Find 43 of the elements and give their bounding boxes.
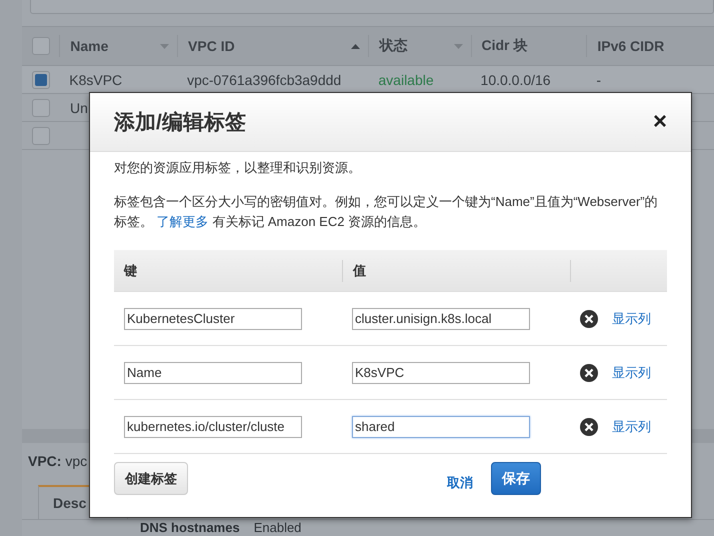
checkbox[interactable]: [32, 126, 50, 144]
show-column-link[interactable]: 显示列: [612, 310, 651, 328]
column-header: 值: [353, 262, 366, 280]
column-header: 键: [124, 262, 137, 280]
remove-icon[interactable]: [580, 418, 598, 436]
description-text: 标签包含一个区分大小写的密钥值对。例如，您可以定义一个键为“Name”且值为“Webserver”的标签。 了解更多 有关标记 Amazon EC2 资源的信息。: [114, 193, 659, 231]
field-value: Enabled: [254, 520, 302, 535]
checkbox[interactable]: [32, 37, 50, 55]
column-header[interactable]: 状态: [379, 37, 408, 55]
sort-ascending-icon: [351, 44, 360, 48]
column-header[interactable]: IPv6 CIDR: [597, 38, 664, 54]
close-button[interactable]: ×: [652, 110, 667, 134]
column-header[interactable]: Cidr 块: [482, 37, 528, 55]
column-header[interactable]: VPC ID: [188, 38, 235, 54]
remove-icon[interactable]: [580, 310, 598, 328]
checkbox[interactable]: [32, 70, 50, 88]
key-field[interactable]: kubernetes.io/cluster/cluste: [124, 416, 302, 438]
key-field[interactable]: KubernetesCluster: [124, 308, 302, 330]
remove-icon[interactable]: [580, 364, 598, 382]
table-cell-text: available: [377, 72, 435, 88]
selection-label: VPC: vpc: [27, 452, 88, 471]
cancel-button[interactable]: 取消: [447, 474, 473, 492]
caret-icon: [454, 44, 462, 48]
table-cell-text: 10.0.0.0/16: [480, 72, 552, 88]
dialog-title: 添加/编辑标签: [114, 110, 246, 136]
field-label: DNS hostnames: [140, 520, 240, 535]
column-header[interactable]: Name: [70, 38, 108, 54]
learn-more-link[interactable]: 了解更多: [156, 214, 209, 229]
create-tag-button[interactable]: 创建标签: [114, 462, 188, 495]
caret-icon: [160, 44, 170, 48]
show-column-link[interactable]: 显示列: [612, 418, 651, 436]
save-button[interactable]: 保存: [491, 462, 541, 495]
checkbox[interactable]: [32, 98, 50, 116]
key-field[interactable]: Name: [124, 362, 302, 384]
table-cell-text: Un: [69, 100, 89, 116]
table-cell-text: K8sVPC: [68, 72, 124, 88]
value-field[interactable]: cluster.unisign.k8s.local: [352, 308, 530, 330]
show-column-link[interactable]: 显示列: [612, 364, 651, 382]
value-field[interactable]: shared: [352, 416, 530, 438]
value-field[interactable]: K8sVPC: [352, 362, 530, 384]
intro-text: 对您的资源应用标签，以整理和识别资源。: [114, 159, 362, 177]
table-cell-text: -: [595, 72, 602, 88]
table-cell-text: vpc-0761a396fcb3a9ddd: [186, 72, 342, 88]
